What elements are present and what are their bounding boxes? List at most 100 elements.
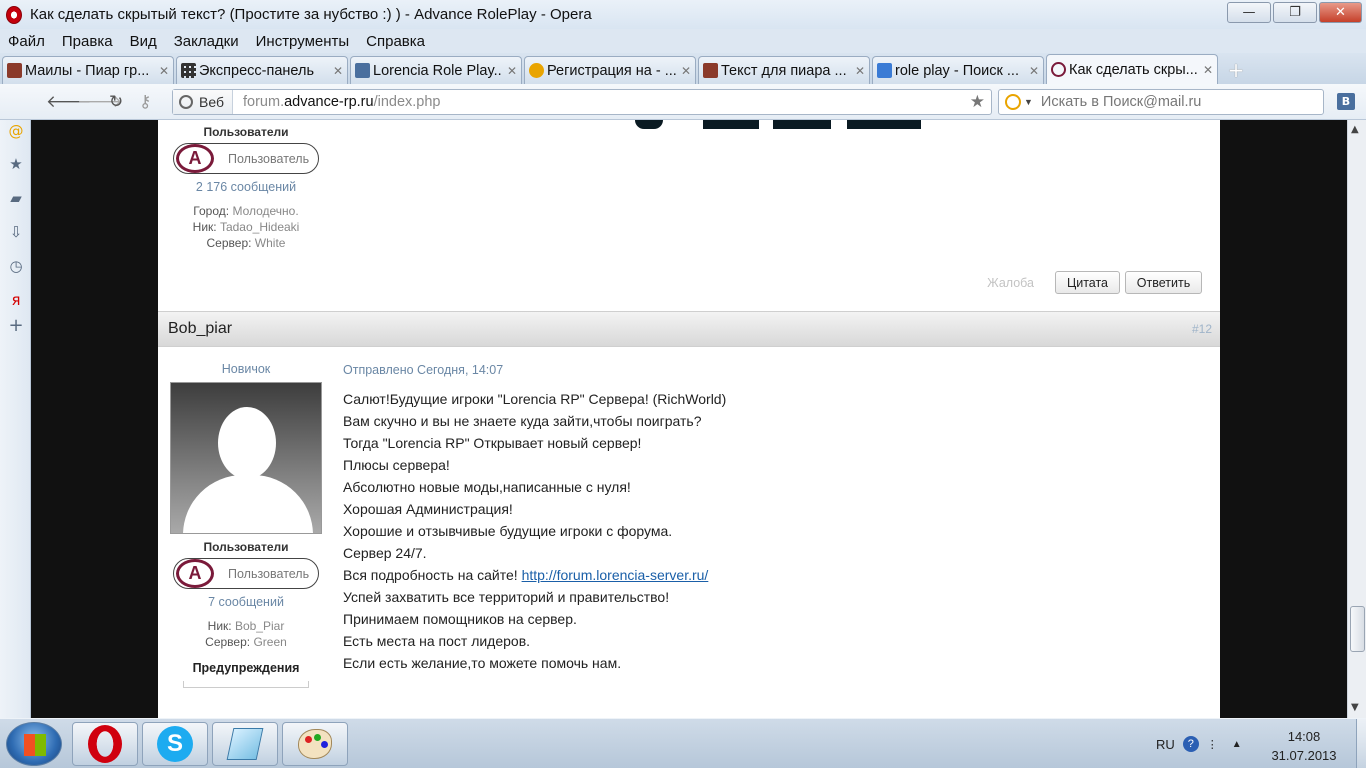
quote-button[interactable]: Цитата <box>1055 271 1120 294</box>
user-info: Новичок Пользователи A Пользователь 7 со… <box>168 362 324 688</box>
menu-help[interactable]: Справка <box>366 33 425 50</box>
show-desktop-button[interactable] <box>1356 719 1366 768</box>
close-icon[interactable]: ✕ <box>333 64 343 78</box>
message-count[interactable]: 7 сообщений <box>168 595 324 609</box>
google-icon <box>877 63 892 78</box>
taskbar-notepad[interactable] <box>212 722 278 766</box>
post-line: Абсолютно новые моды,написанные с нуля! <box>343 479 631 495</box>
opera-logo-icon <box>6 5 22 24</box>
post-line: Плюсы сервера! <box>343 457 450 473</box>
security-badge[interactable]: Веб <box>173 90 233 114</box>
bookmark-star-icon[interactable]: ★ <box>970 92 985 112</box>
security-label: Веб <box>199 94 224 110</box>
post-author[interactable]: Bob_piar <box>168 320 232 338</box>
close-icon[interactable]: ✕ <box>855 64 865 78</box>
post-line-with-link: Вся подробность на сайте! http://forum.l… <box>343 564 726 586</box>
tab-speed-dial[interactable]: Экспресс-панель ✕ <box>176 56 348 84</box>
post-line: Хорошие и отзывчивые будущие игроки с фо… <box>343 523 673 539</box>
group-label: Пользователи <box>203 540 289 554</box>
url-field[interactable]: Веб forum.advance-rp.ru/index.php ★ <box>172 89 992 115</box>
search-engine-icon[interactable] <box>1005 94 1021 110</box>
tab-label: Экспресс-панель <box>199 62 315 79</box>
notes-icon[interactable]: ▰ <box>8 190 24 206</box>
search-field[interactable]: ▼ Искать в Поиск@mail.ru <box>998 89 1324 115</box>
tab-hidden-text[interactable]: Как сделать скры... ✕ <box>1046 54 1218 84</box>
close-icon[interactable]: ✕ <box>1203 63 1213 77</box>
yandex-icon[interactable]: я <box>8 292 24 308</box>
scroll-down-icon[interactable]: ▼ <box>1351 702 1359 713</box>
reply-button[interactable]: Ответить <box>1125 271 1202 294</box>
post-body: Салют!Будущие игроки "Lorencia RP" Серве… <box>343 388 726 674</box>
tab-mails[interactable]: Маилы - Пиар гр... ✕ <box>2 56 174 84</box>
menu-bookmarks[interactable]: Закладки <box>174 33 239 50</box>
prev-user-info: Пользователи A Пользователь 2 176 сообще… <box>168 125 324 250</box>
forum-link[interactable]: http://forum.lorencia-server.ru/ <box>522 567 709 583</box>
field-value: Молодечно. <box>232 204 299 218</box>
post-number[interactable]: #12 <box>1192 322 1212 336</box>
menu-edit[interactable]: Правка <box>62 33 113 50</box>
tab-label: Текст для пиара ... <box>721 62 847 79</box>
report-link[interactable]: Жалоба <box>987 276 1034 290</box>
post-line: Тогда "Lorencia RP" Открывает новый серв… <box>343 435 642 451</box>
bookmarks-star-icon[interactable]: ★ <box>8 156 24 172</box>
tab-google-search[interactable]: role play - Поиск ... ✕ <box>872 56 1044 84</box>
avatar-icon <box>7 63 22 78</box>
close-icon[interactable]: ✕ <box>1029 64 1039 78</box>
vertical-scrollbar[interactable]: ▲ ▼ <box>1347 120 1366 718</box>
url-domain: advance-rp.ru <box>284 94 374 110</box>
key-icon[interactable]: ⚷ <box>139 92 151 112</box>
post-line: Успей захватить все территорий и правите… <box>343 589 670 605</box>
tab-label: Как сделать скры... <box>1069 61 1198 78</box>
chevron-down-icon[interactable]: ▼ <box>1024 97 1033 107</box>
start-button[interactable] <box>6 722 62 766</box>
post-line: Салют!Будущие игроки "Lorencia RP" Серве… <box>343 391 727 407</box>
search-placeholder: Искать в Поиск@mail.ru <box>1040 94 1202 110</box>
minimize-button[interactable]: — <box>1227 2 1271 23</box>
help-icon[interactable]: ? <box>1182 736 1199 752</box>
tab-registration[interactable]: Регистрация на - ... ✕ <box>524 56 696 84</box>
show-hidden-icons-icon[interactable]: ▲ <box>1232 739 1242 750</box>
opera-icon <box>88 725 122 763</box>
reload-icon[interactable]: ↻ <box>109 92 123 112</box>
user-nick: Ник: Tadao_Hideaki <box>168 220 324 234</box>
new-tab-plus-icon[interactable]: + <box>1224 58 1248 82</box>
warnings-label: Предупреждения <box>192 661 300 675</box>
globe-icon <box>179 95 193 109</box>
tab-pr-text[interactable]: Текст для пиара ... ✕ <box>698 56 870 84</box>
tab-label: role play - Поиск ... <box>895 62 1019 79</box>
mail-icon[interactable]: @ <box>8 123 24 139</box>
scroll-up-icon[interactable]: ▲ <box>1351 124 1359 135</box>
close-icon[interactable]: ✕ <box>159 64 169 78</box>
field-value: White <box>254 236 286 250</box>
system-tray: RU ? ⋮ ▲ <box>1156 719 1242 768</box>
post-actions: Жалоба Цитата Ответить <box>987 271 1202 294</box>
history-clock-icon[interactable]: ◷ <box>8 258 24 274</box>
tab-lorencia[interactable]: Lorencia Role Play... ✕ <box>350 56 522 84</box>
maximize-button[interactable]: ❐ <box>1273 2 1317 23</box>
close-button[interactable]: ✕ <box>1319 2 1362 23</box>
avatar[interactable] <box>170 382 322 534</box>
window-title: Как сделать скрытый текст? (Простите за … <box>30 6 592 23</box>
taskbar-paint[interactable] <box>282 722 348 766</box>
taskbar-opera[interactable] <box>72 722 138 766</box>
url-text[interactable]: forum.advance-rp.ru/index.php <box>233 94 440 110</box>
downloads-icon[interactable]: ⇩ <box>8 224 24 240</box>
menu-tools[interactable]: Инструменты <box>256 33 350 50</box>
message-count[interactable]: 2 176 сообщений <box>168 180 324 194</box>
menu-view[interactable]: Вид <box>130 33 157 50</box>
vk-extension-icon[interactable]: В <box>1337 93 1355 110</box>
mail-ru-icon <box>529 63 544 78</box>
field-label: Город: <box>193 204 230 218</box>
menu-file[interactable]: Файл <box>8 33 45 50</box>
field-label: Ник: <box>207 619 232 633</box>
language-indicator[interactable]: RU <box>1156 737 1175 752</box>
add-panel-plus-icon[interactable]: + <box>8 317 24 335</box>
close-icon[interactable]: ✕ <box>507 64 517 78</box>
taskbar: S RU ? ⋮ ▲ 14:08 31.07.2013 <box>0 718 1366 768</box>
clock[interactable]: 14:08 31.07.2013 <box>1262 727 1346 765</box>
taskbar-skype[interactable]: S <box>142 722 208 766</box>
close-icon[interactable]: ✕ <box>681 64 691 78</box>
network-icon[interactable]: ⋮ <box>1207 738 1218 751</box>
post-date[interactable]: Отправлено Сегодня, 14:07 <box>343 363 503 377</box>
scroll-thumb[interactable] <box>1350 606 1365 652</box>
